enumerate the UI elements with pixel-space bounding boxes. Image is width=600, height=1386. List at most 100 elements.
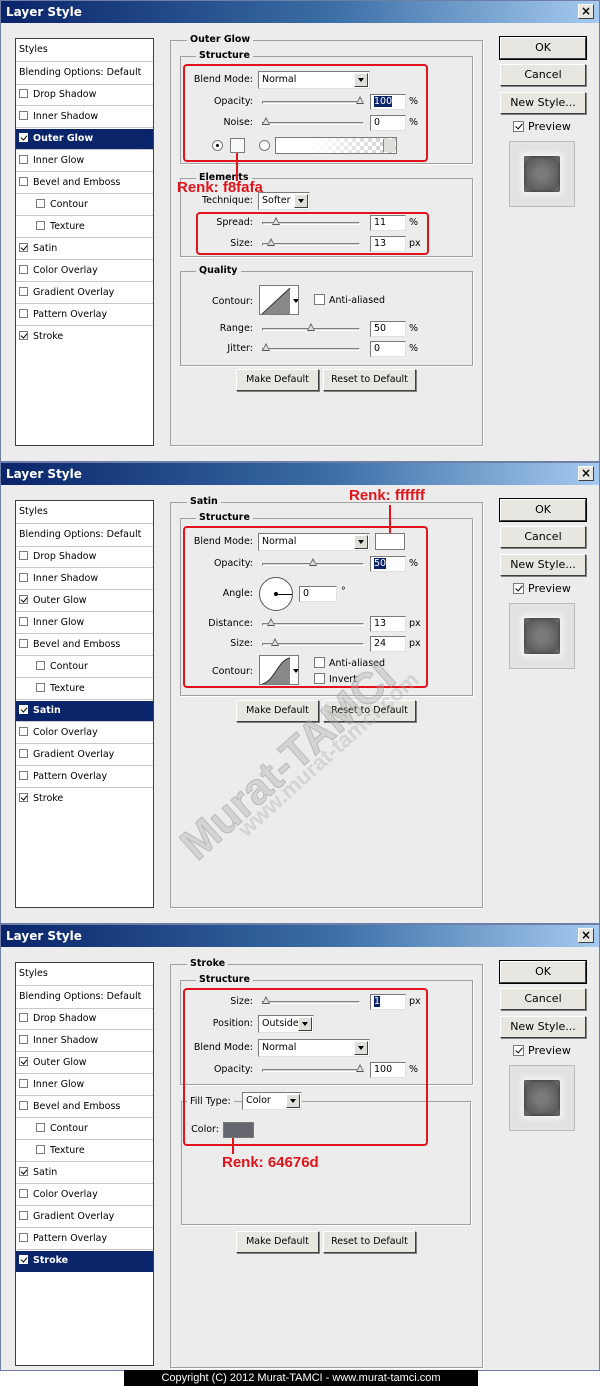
new-style-button[interactable]: New Style... — [500, 1016, 586, 1038]
color-overlay-checkbox[interactable] — [19, 1189, 28, 1198]
blending-options-item[interactable]: Blending Options: Default — [16, 986, 153, 1009]
style-item-outer-glow[interactable]: Outer Glow — [16, 591, 153, 612]
style-item-color-overlay[interactable]: Color Overlay — [16, 1185, 153, 1206]
style-item-stroke[interactable]: Stroke — [16, 789, 153, 810]
inner-glow-checkbox[interactable] — [19, 617, 28, 626]
reset-default-button[interactable]: Reset to Default — [323, 1231, 416, 1253]
preview-checkbox[interactable]: Preview — [513, 121, 571, 133]
style-item-color-overlay[interactable]: Color Overlay — [16, 261, 153, 282]
style-item-contour[interactable]: Contour — [16, 195, 153, 216]
style-item-inner-glow[interactable]: Inner Glow — [16, 1075, 153, 1096]
inner-glow-checkbox[interactable] — [19, 1079, 28, 1088]
style-item-pattern-overlay[interactable]: Pattern Overlay — [16, 305, 153, 326]
ok-button[interactable]: OK — [499, 498, 587, 522]
style-item-outer-glow[interactable]: Outer Glow — [16, 129, 153, 150]
style-item-inner-shadow[interactable]: Inner Shadow — [16, 569, 153, 590]
slider-handle[interactable] — [262, 343, 270, 351]
pattern-overlay-checkbox[interactable] — [19, 771, 28, 780]
outer-glow-checkbox[interactable] — [19, 133, 28, 142]
style-item-gradient-overlay[interactable]: Gradient Overlay — [16, 1207, 153, 1228]
close-button[interactable]: × — [578, 466, 594, 481]
style-item-gradient-overlay[interactable]: Gradient Overlay — [16, 745, 153, 766]
styles-header[interactable]: Styles — [16, 501, 153, 524]
gradient-overlay-checkbox[interactable] — [19, 287, 28, 296]
make-default-button[interactable]: Make Default — [236, 369, 319, 391]
inner-shadow-checkbox[interactable] — [19, 1035, 28, 1044]
style-item-drop-shadow[interactable]: Drop Shadow — [16, 547, 153, 568]
bevel-emboss-checkbox[interactable] — [19, 639, 28, 648]
texture-checkbox[interactable] — [36, 221, 45, 230]
drop-shadow-checkbox[interactable] — [19, 1013, 28, 1022]
satin-checkbox[interactable] — [19, 705, 28, 714]
style-item-pattern-overlay[interactable]: Pattern Overlay — [16, 1229, 153, 1250]
style-item-pattern-overlay[interactable]: Pattern Overlay — [16, 767, 153, 788]
range-slider[interactable] — [262, 323, 360, 331]
color-overlay-checkbox[interactable] — [19, 727, 28, 736]
style-item-gradient-overlay[interactable]: Gradient Overlay — [16, 283, 153, 304]
outer-glow-checkbox[interactable] — [19, 595, 28, 604]
reset-default-button[interactable]: Reset to Default — [323, 369, 416, 391]
contour-picker[interactable] — [259, 285, 299, 315]
close-button[interactable]: × — [578, 4, 594, 19]
style-item-contour[interactable]: Contour — [16, 1119, 153, 1140]
slider-handle[interactable] — [307, 323, 315, 331]
stroke-checkbox[interactable] — [19, 793, 28, 802]
ok-button[interactable]: OK — [499, 960, 587, 984]
style-item-texture[interactable]: Texture — [16, 217, 153, 238]
style-item-stroke[interactable]: Stroke — [16, 327, 153, 348]
new-style-button[interactable]: New Style... — [500, 92, 586, 114]
style-item-inner-shadow[interactable]: Inner Shadow — [16, 1031, 153, 1052]
pattern-overlay-checkbox[interactable] — [19, 309, 28, 318]
cancel-button[interactable]: Cancel — [500, 526, 586, 548]
style-item-color-overlay[interactable]: Color Overlay — [16, 723, 153, 744]
drop-shadow-checkbox[interactable] — [19, 89, 28, 98]
styles-header[interactable]: Styles — [16, 39, 153, 62]
contour-checkbox[interactable] — [36, 661, 45, 670]
style-item-contour[interactable]: Contour — [16, 657, 153, 678]
range-input[interactable]: 50 — [370, 321, 406, 337]
preview-checkbox[interactable]: Preview — [513, 583, 571, 595]
checkbox-box[interactable] — [513, 1045, 524, 1056]
stroke-checkbox[interactable] — [19, 331, 28, 340]
preview-checkbox[interactable]: Preview — [513, 1045, 571, 1057]
style-item-inner-shadow[interactable]: Inner Shadow — [16, 107, 153, 128]
bevel-emboss-checkbox[interactable] — [19, 177, 28, 186]
stroke-checkbox[interactable] — [19, 1255, 28, 1264]
jitter-slider[interactable] — [262, 343, 360, 351]
cancel-button[interactable]: Cancel — [500, 988, 586, 1010]
style-item-outer-glow[interactable]: Outer Glow — [16, 1053, 153, 1074]
checkbox-box[interactable] — [513, 583, 524, 594]
style-item-drop-shadow[interactable]: Drop Shadow — [16, 85, 153, 106]
close-button[interactable]: × — [578, 928, 594, 943]
gradient-overlay-checkbox[interactable] — [19, 749, 28, 758]
checkbox-box[interactable] — [314, 294, 325, 305]
style-item-texture[interactable]: Texture — [16, 679, 153, 700]
inner-shadow-checkbox[interactable] — [19, 573, 28, 582]
texture-checkbox[interactable] — [36, 683, 45, 692]
style-item-inner-glow[interactable]: Inner Glow — [16, 151, 153, 172]
color-overlay-checkbox[interactable] — [19, 265, 28, 274]
inner-glow-checkbox[interactable] — [19, 155, 28, 164]
style-item-bevel-emboss[interactable]: Bevel and Emboss — [16, 1097, 153, 1118]
style-item-satin[interactable]: Satin — [16, 701, 153, 722]
technique-select[interactable]: Softer — [258, 192, 310, 210]
texture-checkbox[interactable] — [36, 1145, 45, 1154]
new-style-button[interactable]: New Style... — [500, 554, 586, 576]
drop-shadow-checkbox[interactable] — [19, 551, 28, 560]
inner-shadow-checkbox[interactable] — [19, 111, 28, 120]
gradient-overlay-checkbox[interactable] — [19, 1211, 28, 1220]
style-item-inner-glow[interactable]: Inner Glow — [16, 613, 153, 634]
make-default-button[interactable]: Make Default — [236, 1231, 319, 1253]
styles-header[interactable]: Styles — [16, 963, 153, 986]
contour-checkbox[interactable] — [36, 199, 45, 208]
jitter-input[interactable]: 0 — [370, 341, 406, 357]
bevel-emboss-checkbox[interactable] — [19, 1101, 28, 1110]
style-item-bevel-emboss[interactable]: Bevel and Emboss — [16, 173, 153, 194]
style-item-stroke[interactable]: Stroke — [16, 1251, 153, 1272]
blending-options-item[interactable]: Blending Options: Default — [16, 524, 153, 547]
ok-button[interactable]: OK — [499, 36, 587, 60]
style-item-texture[interactable]: Texture — [16, 1141, 153, 1162]
style-item-drop-shadow[interactable]: Drop Shadow — [16, 1009, 153, 1030]
anti-aliased-checkbox[interactable]: Anti-aliased — [314, 294, 385, 307]
blending-options-item[interactable]: Blending Options: Default — [16, 62, 153, 85]
